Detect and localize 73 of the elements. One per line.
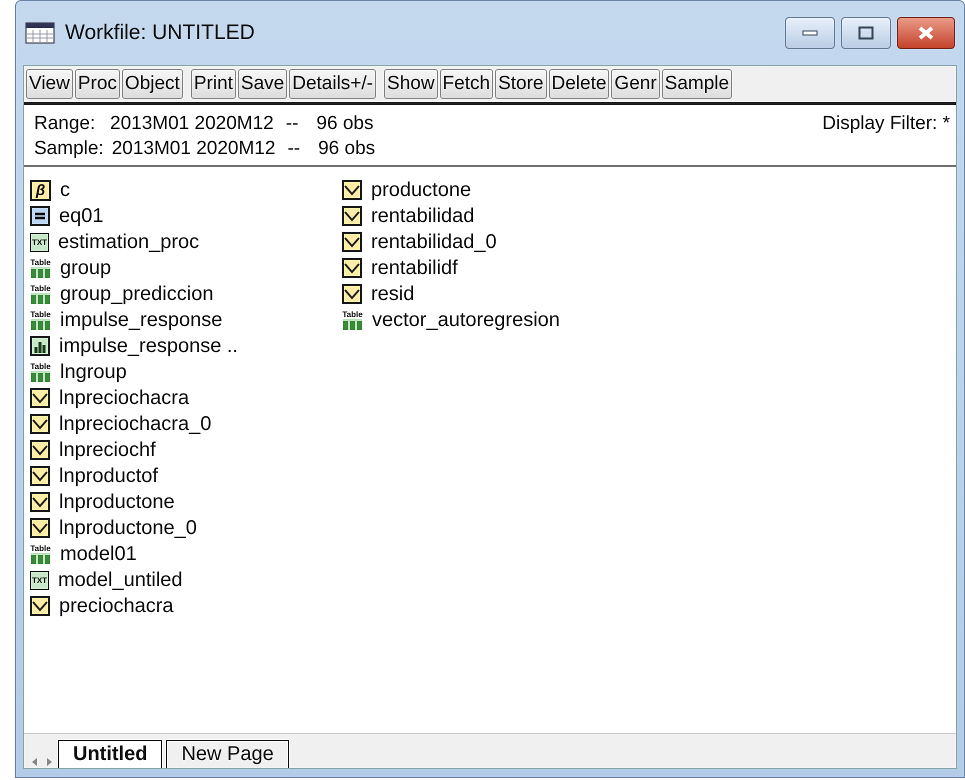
object-name[interactable]: resid [371, 282, 414, 306]
object-name[interactable]: estimation_proc [58, 230, 200, 254]
sample-label: Sample: [34, 137, 104, 161]
equation-icon [30, 206, 50, 226]
object-name[interactable]: lnpreciochf [59, 438, 156, 462]
toolbar-button[interactable]: Sample [662, 69, 732, 99]
series-icon [342, 232, 362, 252]
object-name[interactable]: group [60, 256, 112, 280]
toolbar-button[interactable]: Store [495, 69, 546, 99]
maximize-button[interactable] [841, 17, 891, 49]
object-name[interactable]: productone [371, 178, 472, 202]
object-name[interactable]: rentabilidad [371, 204, 474, 228]
series-icon [342, 206, 362, 226]
object-name[interactable]: lngroup [60, 360, 127, 384]
range-obs: 96 obs [316, 112, 374, 136]
coefficient-icon: β [30, 180, 51, 200]
object-name[interactable]: rentabilidad_0 [371, 230, 497, 254]
close-button[interactable] [897, 17, 955, 49]
maximize-icon [858, 26, 874, 40]
object-name[interactable]: model_untiled [58, 568, 183, 592]
window-title: Workfile: UNTITLED [65, 21, 255, 45]
series-icon [30, 518, 50, 538]
toolbar-button[interactable]: Save [238, 69, 288, 99]
object-name[interactable]: lnproductone [59, 490, 175, 514]
scroll-left-icon[interactable] [30, 756, 40, 768]
range-value: 2013M01 2020M12 [110, 112, 274, 136]
range-separator: -- [286, 112, 298, 136]
object-name[interactable]: model01 [60, 542, 137, 566]
object-name[interactable]: vector_autoregresion [372, 308, 560, 332]
toolbar-button[interactable]: Proc [74, 69, 120, 99]
series-icon [342, 258, 362, 278]
text-object-icon: TXT [30, 570, 49, 590]
toolbar-button[interactable]: Genr [611, 69, 660, 99]
object-name[interactable]: group_prediccion [60, 282, 214, 306]
series-icon [30, 492, 50, 512]
object-name[interactable]: lnpreciochacra_0 [59, 412, 212, 436]
close-icon [917, 26, 935, 40]
toolbar-button[interactable]: Delete [548, 69, 610, 99]
object-name[interactable]: lnproductone_0 [59, 516, 197, 540]
toolbar-button[interactable]: Object [122, 69, 183, 99]
series-icon [30, 466, 50, 486]
object-name[interactable]: lnpreciochacra [59, 386, 190, 410]
minimize-icon [802, 30, 818, 36]
range-label: Range: [34, 112, 96, 136]
object-name[interactable]: c [60, 178, 70, 202]
object-name[interactable]: impulse_response [60, 308, 222, 332]
toolbar-button[interactable]: View [26, 69, 73, 99]
series-icon [30, 596, 50, 616]
object-name[interactable]: lnproductof [59, 464, 158, 488]
toolbar-button[interactable]: Details+/- [289, 69, 376, 99]
page-tab[interactable]: Untitled [58, 740, 162, 768]
object-name[interactable]: rentabilidf [371, 256, 458, 280]
object-name[interactable]: impulse_response .. [59, 334, 238, 358]
bar-graph-icon [30, 336, 50, 356]
sample-obs: 96 obs [318, 137, 376, 161]
toolbar-button[interactable]: Fetch [440, 69, 494, 99]
series-icon [30, 414, 50, 434]
object-name[interactable]: eq01 [59, 204, 104, 228]
series-icon [342, 180, 362, 200]
object-name[interactable]: preciochacra [59, 594, 174, 618]
toolbar-button[interactable]: Show [384, 69, 438, 99]
toolbar-button[interactable]: Print [190, 69, 236, 99]
text-object-icon: TXT [30, 232, 49, 252]
series-icon [342, 284, 362, 304]
window-icon [25, 22, 55, 44]
sample-value: 2013M01 2020M12 [112, 137, 276, 161]
series-icon [30, 440, 50, 460]
series-icon [30, 388, 50, 408]
minimize-button[interactable] [785, 17, 835, 49]
scroll-right-icon[interactable] [44, 756, 54, 768]
sample-separator: -- [287, 137, 300, 161]
page-tab[interactable]: New Page [166, 740, 289, 768]
display-filter[interactable]: Display Filter: * [822, 111, 950, 136]
